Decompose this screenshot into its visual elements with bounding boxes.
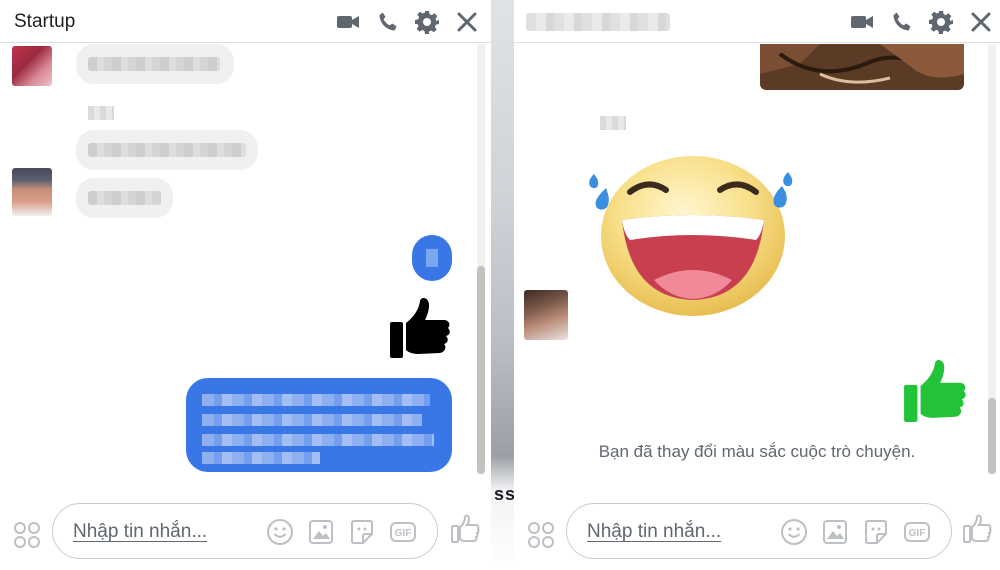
chat-window-startup: Startup Nhập tin nhắn... GIF [0, 0, 491, 570]
close-icon[interactable] [455, 10, 479, 34]
message-input-placeholder: Nhập tin nhắn... [73, 521, 208, 542]
smiley-icon[interactable] [266, 518, 294, 546]
message-input-placeholder: Nhập tin nhắn... [587, 521, 722, 542]
close-icon[interactable] [969, 10, 993, 34]
shared-image[interactable] [760, 44, 964, 90]
chat-title-blurred[interactable] [526, 13, 670, 31]
composer: Nhập tin nhắn... GIF [0, 500, 491, 570]
message-bubble-outgoing[interactable] [186, 378, 452, 472]
gear-icon[interactable] [415, 10, 439, 34]
composer: Nhập tin nhắn... GIF [514, 500, 1000, 570]
chat-title[interactable]: Startup [14, 11, 75, 33]
gif-icon[interactable]: GIF [903, 518, 931, 546]
thumbs-up-icon [904, 360, 966, 422]
message-input[interactable]: Nhập tin nhắn... GIF [52, 503, 438, 559]
avatar[interactable] [12, 168, 52, 216]
message-list[interactable]: Bạn đã thay đổi màu sắc cuộc trò chuyện. [514, 44, 1000, 500]
scroll-thumb[interactable] [988, 398, 996, 474]
video-camera-icon[interactable] [336, 10, 360, 34]
svg-text:GIF: GIF [395, 528, 412, 539]
timestamp [600, 116, 626, 130]
thumbs-up-icon[interactable] [450, 514, 480, 544]
photo-icon[interactable] [821, 518, 849, 546]
message-bubble-incoming[interactable] [76, 130, 258, 170]
chat-header: Startup [0, 0, 491, 43]
thumbs-up-icon [390, 297, 450, 358]
messenger-stage: Startup Nhập tin nhắn... GIF ss Bạn đã t… [0, 0, 1000, 570]
message-bubble-incoming[interactable] [76, 178, 173, 218]
message-bubble-incoming[interactable] [76, 44, 234, 84]
scroll-thumb[interactable] [477, 266, 485, 474]
message-input[interactable]: Nhập tin nhắn... GIF [566, 503, 952, 559]
phone-icon[interactable] [890, 10, 914, 34]
sticker-icon[interactable] [348, 518, 376, 546]
message-list[interactable] [0, 44, 491, 500]
avatar[interactable] [524, 290, 568, 340]
smiley-icon[interactable] [780, 518, 808, 546]
chat-window-right: Bạn đã thay đổi màu sắc cuộc trò chuyện.… [514, 0, 1000, 570]
system-message: Bạn đã thay đổi màu sắc cuộc trò chuyện. [598, 442, 916, 461]
svg-text:GIF: GIF [909, 528, 926, 539]
chat-header [514, 0, 1000, 43]
timestamp [88, 106, 114, 120]
thumbs-up-icon[interactable] [962, 514, 992, 544]
scrollbar[interactable] [988, 44, 996, 474]
avatar[interactable] [12, 46, 52, 86]
apps-grid-icon[interactable] [12, 520, 42, 550]
gear-icon[interactable] [929, 10, 953, 34]
message-bubble-outgoing[interactable] [412, 235, 452, 281]
photo-icon[interactable] [307, 518, 335, 546]
apps-grid-icon[interactable] [526, 520, 556, 550]
background-text: ss [494, 484, 517, 504]
gif-icon[interactable]: GIF [389, 518, 417, 546]
phone-icon[interactable] [376, 10, 400, 34]
video-camera-icon[interactable] [850, 10, 874, 34]
scrollbar[interactable] [477, 44, 485, 474]
sticker-icon[interactable] [862, 518, 890, 546]
laughing-sticker[interactable] [586, 148, 796, 328]
